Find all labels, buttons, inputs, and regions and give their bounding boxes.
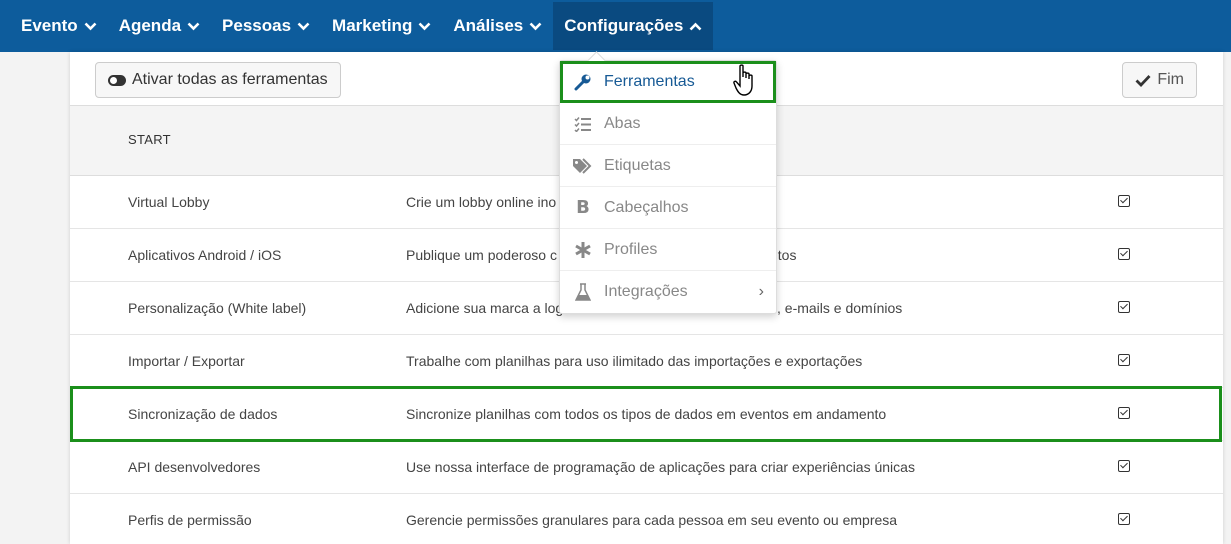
checkbox-checked[interactable]	[1118, 354, 1130, 366]
nav-agenda[interactable]: Agenda	[108, 2, 211, 50]
chevron-up-icon	[689, 22, 702, 30]
nav-analises[interactable]: Análises	[442, 2, 553, 50]
checkbox-checked[interactable]	[1118, 513, 1130, 525]
done-button[interactable]: Fim	[1122, 62, 1197, 98]
tool-name: Virtual Lobby	[128, 194, 210, 210]
checkbox-checked[interactable]	[1118, 460, 1130, 472]
tool-name: Perfis de permissão	[128, 512, 252, 528]
activate-all-label: Ativar todas as ferramentas	[132, 71, 328, 88]
menu-item-label: Cabeçalhos	[604, 198, 689, 216]
tool-name: Importar / Exportar	[128, 353, 245, 369]
nav-configuracoes[interactable]: Configurações	[553, 2, 714, 50]
nav-evento-label: Evento	[21, 16, 78, 35]
tool-description: Use nossa interface de programação de ap…	[406, 459, 915, 475]
menu-item-label: Integrações	[604, 283, 688, 300]
wrench-icon	[572, 73, 594, 91]
chevron-down-icon	[297, 22, 310, 30]
tool-description: Sincronize planilhas com todos os tipos …	[406, 406, 887, 422]
menu-item-label: Profiles	[604, 240, 658, 258]
top-navbar: Evento Agenda Pessoas Marketing Análises…	[0, 0, 1231, 52]
nav-evento[interactable]: Evento	[10, 2, 108, 50]
checkbox-checked[interactable]	[1118, 407, 1130, 419]
menu-item-etiquetas[interactable]: Etiquetas	[560, 145, 776, 187]
table-row: Importar / Exportar Trabalhe com planilh…	[70, 335, 1223, 388]
chevron-down-icon	[187, 22, 200, 30]
chevron-down-icon	[84, 22, 97, 30]
hand-pointer-cursor-icon	[733, 64, 753, 96]
section-title: START	[128, 132, 171, 147]
menu-item-cabecalhos[interactable]: B Cabeçalhos	[560, 187, 776, 229]
activate-all-button[interactable]: Ativar todas as ferramentas	[95, 62, 341, 98]
tool-name: Aplicativos Android / iOS	[128, 247, 282, 263]
nav-configuracoes-label: Configurações	[564, 16, 684, 35]
bold-icon: B	[576, 197, 590, 218]
nav-pessoas-label: Pessoas	[222, 16, 292, 35]
table-row: API desenvolvedores Use nossa interface …	[70, 441, 1223, 494]
nav-analises-label: Análises	[453, 16, 524, 35]
menu-item-label: Abas	[604, 114, 641, 132]
checklist-icon	[572, 116, 594, 132]
menu-item-abas[interactable]: Abas	[560, 103, 776, 145]
tool-name: API desenvolvedores	[128, 459, 261, 475]
tool-description: Gerencie permissões granulares para cada…	[406, 512, 898, 528]
tool-description: Publique um poderoso c	[406, 247, 557, 263]
nav-agenda-label: Agenda	[118, 16, 182, 35]
asterisk-icon	[572, 241, 594, 259]
checkbox-checked[interactable]	[1118, 195, 1130, 207]
tool-description: Adicione sua marca a log	[406, 300, 564, 316]
table-row: Sincronização de dados Sincronize planil…	[70, 388, 1223, 441]
checkbox-checked[interactable]	[1118, 248, 1130, 260]
chevron-down-icon	[529, 22, 542, 30]
menu-item-label: Ferramentas	[604, 73, 695, 90]
nav-marketing[interactable]: Marketing	[321, 2, 442, 50]
tags-icon	[572, 157, 594, 174]
chevron-down-icon	[418, 22, 431, 30]
tool-description: Crie um lobby online ino	[406, 194, 557, 210]
settings-dropdown: Ferramentas Abas Etiquetas B Cabeçalhos …	[559, 60, 777, 314]
check-icon	[1135, 74, 1151, 87]
table-row: Perfis de permissão Gerencie permissões …	[70, 494, 1223, 544]
tool-name: Sincronização de dados	[128, 406, 278, 422]
checkbox-checked[interactable]	[1118, 301, 1130, 313]
menu-item-profiles[interactable]: Profiles	[560, 229, 776, 271]
tool-description: Trabalhe com planilhas para uso ilimitad…	[406, 353, 863, 369]
toggle-icon	[108, 74, 126, 86]
nav-marketing-label: Marketing	[332, 16, 413, 35]
chevron-right-icon: ›	[758, 283, 764, 300]
nav-pessoas[interactable]: Pessoas	[211, 2, 321, 50]
menu-item-label: Etiquetas	[604, 156, 671, 174]
flask-icon	[572, 283, 594, 301]
tool-name: Personalização (White label)	[128, 300, 307, 316]
menu-item-integracoes[interactable]: Integrações ›	[560, 271, 776, 313]
tool-description-tail: s, e-mails e domínios	[770, 300, 903, 316]
done-label: Fim	[1157, 71, 1184, 88]
